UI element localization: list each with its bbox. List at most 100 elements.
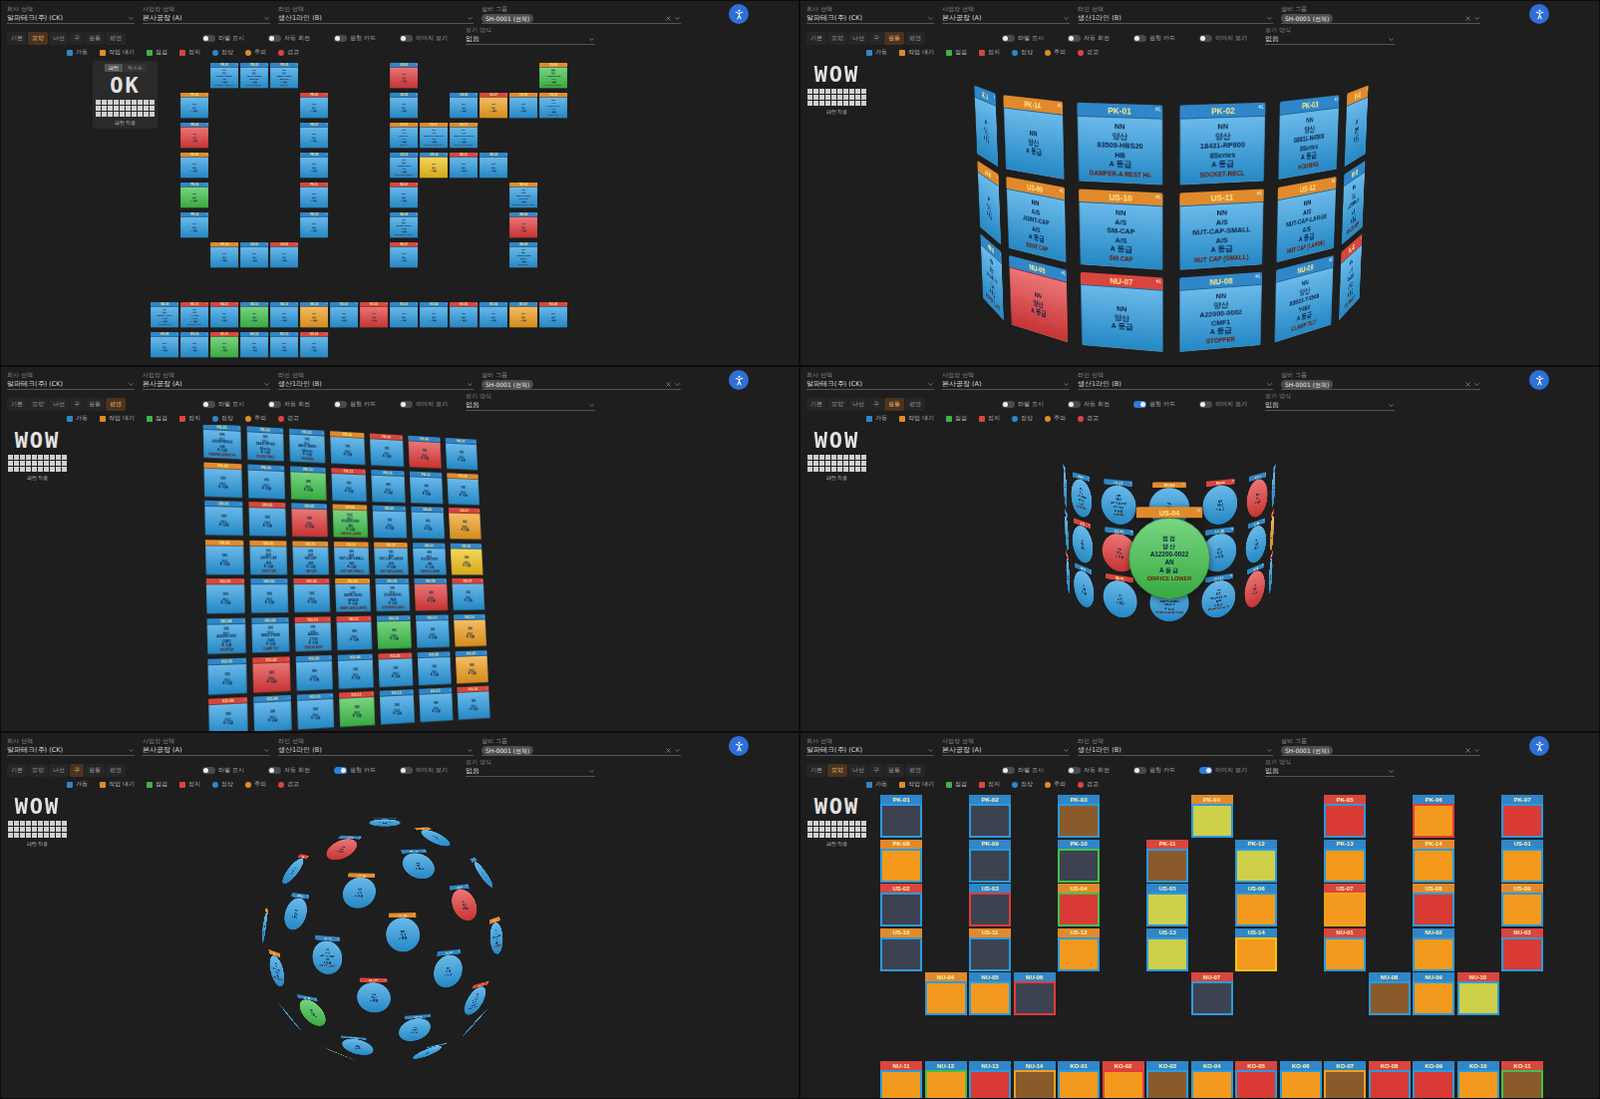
legend-item[interactable]: 가동 <box>866 47 888 57</box>
pixel[interactable] <box>837 88 843 94</box>
clear-icon[interactable] <box>1464 380 1472 388</box>
layout-tab[interactable]: 기본 <box>806 31 827 45</box>
legend-item[interactable]: 정상 <box>1011 47 1033 57</box>
equipment-card[interactable]: NU-11#1NN양산A 등급 <box>335 616 372 651</box>
pixel[interactable] <box>813 466 819 472</box>
layout-tab[interactable]: 기본 <box>6 397 27 411</box>
pixel[interactable] <box>13 466 19 472</box>
toggle[interactable]: 자동 회전 <box>1067 33 1134 45</box>
equipment-card[interactable]: NU-01#1NN양산A 등급 <box>206 578 246 615</box>
walk-button[interactable] <box>1529 3 1550 24</box>
equipment-card[interactable]: NU-01#1NN양산A 등급 <box>1065 548 1071 598</box>
field-value[interactable]: 없음 <box>465 399 596 411</box>
pixel[interactable] <box>101 111 107 117</box>
equipment-card[interactable]: KO-14#1NN양산A 등급 <box>456 685 491 720</box>
equipment-card[interactable]: PK-01#1NN양산83509-HBS20HBA 등급DAMPER-A RES… <box>203 424 243 460</box>
chevron-down-icon[interactable] <box>927 14 935 22</box>
pixel[interactable] <box>107 111 113 117</box>
filter-field[interactable]: 사업장 선택본사공장 (A) <box>942 5 1070 24</box>
pixel[interactable] <box>825 94 831 100</box>
chevron-down-icon[interactable] <box>1062 380 1070 388</box>
pixel[interactable] <box>849 88 855 94</box>
equipment-card[interactable]: PK-13#1NN양산A 등급 <box>409 470 444 504</box>
equipment-card[interactable]: KO-01#1NN양산A 등급 <box>329 302 358 328</box>
equipment-card[interactable]: US-12#1NNA/SNUT-CAP-LARGEA/SA 등급NUT CAP … <box>1276 176 1337 263</box>
legend-item[interactable]: 주의 <box>1044 47 1066 57</box>
filter-field[interactable]: 설비 그룹SH-0001 (전체) <box>481 371 681 390</box>
pixel[interactable] <box>831 100 837 106</box>
equipment-card[interactable]: KO-13#1NN양산A 등급 <box>418 687 453 723</box>
pixel[interactable] <box>849 94 855 100</box>
legend-item[interactable]: 점검 <box>946 413 967 423</box>
equipment-card[interactable]: NU-10#1NN시작A44000CY00A 등급STATOR ASSY <box>180 302 209 328</box>
pixel[interactable] <box>861 460 867 466</box>
pixel[interactable] <box>31 466 37 472</box>
chevron-down-icon[interactable] <box>127 14 135 22</box>
equipment-card[interactable]: US-13#1NN양산A12200-0070ABA 등급ORIFICE LOWE… <box>412 542 447 575</box>
pixel[interactable] <box>819 94 825 100</box>
pixel-grid[interactable] <box>95 99 155 117</box>
toggle[interactable]: 이미지 보기 <box>1199 399 1266 411</box>
field-value[interactable]: SH-0001 (전체) <box>481 378 681 390</box>
filter-field[interactable]: 설비 그룹SH-0001 (전체) <box>1280 371 1481 390</box>
equipment-card[interactable]: US-09#1NNA/SJOINT-CAPA/SA 등급JOINT CAP <box>1005 176 1067 263</box>
equipment-card[interactable]: KO-01#1NN양산A 등급 <box>207 656 248 694</box>
toggle[interactable]: 원형 카드 <box>1133 399 1200 411</box>
toggle[interactable]: 라벨 표시 <box>202 399 269 411</box>
pixel[interactable] <box>831 460 837 466</box>
equipment-card[interactable]: KO-02#1NN양산A 등급 <box>252 655 291 693</box>
legend-item[interactable]: 정상 <box>212 413 234 423</box>
view-select[interactable]: 보기 방식없음 <box>465 392 596 411</box>
card-canvas[interactable]: 패턴텍스트OK패턴 적용PK-01#1NN양산83509-HBS20HBA 등급… <box>0 58 799 365</box>
equipment-card[interactable]: PK-14#1NN양산A 등급 <box>210 242 239 269</box>
filter-field[interactable]: 회사 선택알파테크(주) (CK) <box>806 5 935 24</box>
equipment-card[interactable]: US-08#1NN양산A 등급 <box>205 539 245 575</box>
toggle[interactable]: 라벨 표시 <box>202 33 269 45</box>
clear-icon[interactable] <box>664 380 672 388</box>
pixel[interactable] <box>143 105 149 111</box>
toggle[interactable]: 라벨 표시 <box>1001 399 1068 411</box>
equipment-card[interactable]: PK-03#1NN양산88811-N45008SeriesA 등급HOUSING <box>1100 477 1137 526</box>
pixel[interactable] <box>61 466 67 472</box>
equipment-card[interactable]: KO-05#1NN양산A 등급 <box>377 651 413 687</box>
equipment-card[interactable]: KO-09#1NN양산A 등급 <box>253 694 293 731</box>
pixel[interactable] <box>143 111 149 117</box>
equipment-card[interactable]: PK-12#1NN양산A 등급 <box>180 212 209 239</box>
legend-item[interactable]: 경고 <box>278 413 300 423</box>
equipment-card[interactable]: NU-14#1NN양산A 등급 <box>300 302 328 328</box>
layout-tab[interactable]: 나선 <box>848 31 869 45</box>
pixel[interactable] <box>843 100 849 106</box>
switch[interactable] <box>399 400 413 408</box>
chevron-down-icon[interactable] <box>1387 35 1395 43</box>
equipment-card[interactable]: US-04#1점검양산A12200-0022ANA 등급ORIFICE LOWE… <box>539 62 568 89</box>
equipment-card[interactable]: KO-05#1NN양산A 등급 <box>449 302 478 328</box>
layout-tab[interactable]: 구 <box>869 31 884 45</box>
equipment-card[interactable]: KO-11#1NN양산A 등급 <box>338 690 375 727</box>
equipment-card[interactable]: PK-08#1NN양산A 등급 <box>180 152 209 179</box>
toggle[interactable]: 이미지 보기 <box>399 33 466 45</box>
pixel[interactable] <box>807 94 813 100</box>
pixel[interactable] <box>861 466 867 472</box>
clear-icon[interactable] <box>664 14 672 22</box>
pixel[interactable] <box>43 460 49 466</box>
equipment-card[interactable]: PK-10#1NN양산A 등급 <box>290 465 327 501</box>
equipment-card[interactable]: NU-06#1NN양산A 등급 <box>1008 255 1069 343</box>
pixel[interactable] <box>819 460 825 466</box>
pixel[interactable] <box>37 454 43 460</box>
equipment-card[interactable]: NU-01#1NN양산A 등급 <box>449 152 478 179</box>
pixel[interactable] <box>119 99 125 105</box>
layout-tab[interactable]: 원통 <box>884 31 905 45</box>
pixel[interactable] <box>837 454 843 460</box>
switch[interactable] <box>1133 400 1147 408</box>
legend-item[interactable]: 작업 대기 <box>99 413 135 423</box>
equipment-card[interactable]: US-01#1NN양산A 등급 <box>204 500 244 537</box>
pattern-logo[interactable]: WOW패턴 적용 <box>804 426 870 484</box>
equipment-card[interactable]: US-07#1NN양산A 등급 <box>479 92 508 119</box>
legend-item[interactable]: 작업 대기 <box>899 413 935 423</box>
legend-item[interactable]: 경고 <box>278 47 300 57</box>
pixel[interactable] <box>61 454 67 460</box>
layout-tab[interactable]: 평면 <box>905 31 926 45</box>
equipment-card[interactable]: NU-07#1NN양산A 등급 <box>451 578 485 611</box>
pixel[interactable] <box>849 460 855 466</box>
pixel[interactable] <box>819 88 825 94</box>
